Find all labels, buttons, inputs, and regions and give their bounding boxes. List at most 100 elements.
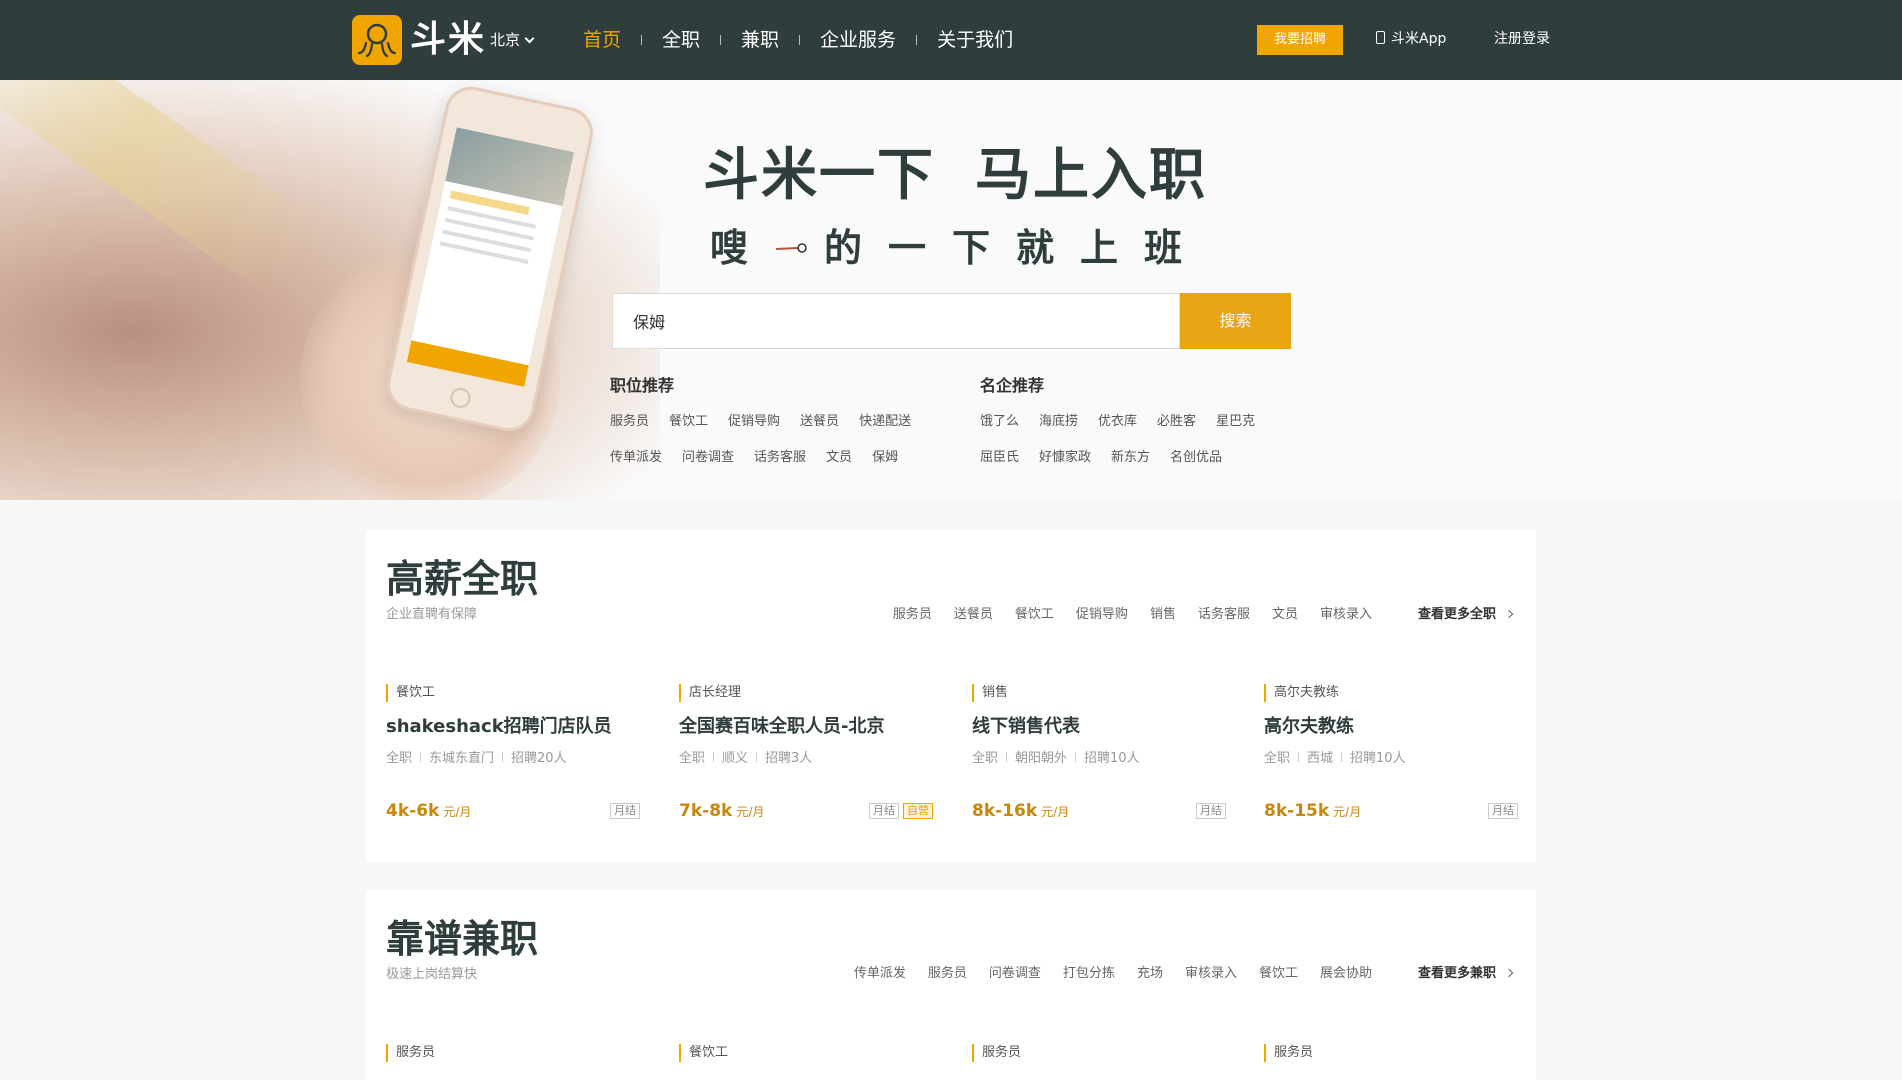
job-title[interactable]: shakeshack招聘门店队员 — [386, 714, 612, 740]
job-card[interactable]: 高尔夫教练 高尔夫教练 全职 西城 招聘10人 8k-15k 元/月 月结 — [1264, 684, 1518, 834]
job-salary: 8k-16k 元/月 — [972, 801, 1070, 821]
fulltime-section: 高薪全职 企业直聘有保障 服务员 送餐员 餐饮工 促销导购 销售 话务客服 文员… — [366, 530, 1536, 862]
parttime-subtitle: 极速上岗结算快 — [386, 967, 478, 982]
hero-slogan-sub: 嗖的一下就上班 — [710, 226, 1209, 270]
company-tag[interactable]: 名创优品 — [1170, 449, 1222, 467]
parttime-title: 靠谱兼职 — [386, 917, 539, 961]
nav-parttime[interactable]: 兼职 — [741, 26, 779, 54]
nav-divider — [916, 35, 918, 45]
category-tag[interactable]: 促销导购 — [1076, 606, 1128, 624]
job-tag[interactable]: 问卷调查 — [682, 449, 734, 467]
more-fulltime-label: 查看更多全职 — [1417, 607, 1496, 622]
nav-divider — [641, 35, 643, 45]
app-download-link[interactable]: 斗米App — [1376, 29, 1446, 49]
job-tag[interactable]: 快递配送 — [859, 413, 911, 431]
company-tag[interactable]: 好慷家政 — [1039, 449, 1091, 467]
job-tag[interactable]: 传单派发 — [610, 449, 662, 467]
hero-slogan-main: 斗米一下 马上入职 — [703, 143, 1207, 208]
job-card[interactable]: 服务员 — [1264, 1044, 1518, 1074]
category-tag[interactable]: 文员 — [1272, 606, 1298, 624]
login-link[interactable]: 注册登录 — [1494, 29, 1550, 49]
fulltime-title: 高薪全职 — [386, 557, 539, 601]
job-card[interactable]: 销售 线下销售代表 全职 朝阳朝外 招聘10人 8k-16k 元/月 月结 — [972, 684, 1226, 834]
job-category: 高尔夫教练 — [1264, 684, 1339, 702]
category-tag[interactable]: 送餐员 — [954, 606, 993, 624]
monthly-pay-badge: 月结 — [1196, 803, 1226, 819]
job-tag[interactable]: 餐饮工 — [669, 413, 708, 431]
phone-home-button — [448, 386, 473, 410]
category-tag[interactable]: 餐饮工 — [1015, 606, 1054, 624]
job-title[interactable]: 线下销售代表 — [972, 714, 1080, 740]
top-nav-bar: 斗米 北京 首页 全职 兼职 企业服务 关于我们 我要招聘 斗米App 注册登录 — [0, 0, 1902, 80]
job-tag[interactable]: 送餐员 — [800, 413, 839, 431]
job-salary: 7k-8k 元/月 — [679, 801, 765, 821]
job-tag[interactable]: 服务员 — [610, 413, 649, 431]
search-input[interactable] — [613, 294, 1179, 348]
category-tag[interactable]: 审核录入 — [1185, 965, 1237, 983]
job-title[interactable]: 高尔夫教练 — [1264, 714, 1354, 740]
category-tag[interactable]: 充场 — [1137, 965, 1163, 983]
more-fulltime-link[interactable]: 查看更多全职 — [1417, 606, 1514, 624]
category-tag[interactable]: 餐饮工 — [1259, 965, 1298, 983]
job-title[interactable]: 全国赛百味全职人员-北京 — [679, 714, 884, 740]
fulltime-tags: 服务员 送餐员 餐饮工 促销导购 销售 话务客服 文员 审核录入 — [871, 606, 1372, 624]
company-tag[interactable]: 必胜客 — [1157, 413, 1196, 431]
job-card[interactable]: 餐饮工 — [679, 1044, 933, 1074]
nav-fulltime[interactable]: 全职 — [662, 26, 700, 54]
brand-name[interactable]: 斗米 — [410, 19, 486, 61]
job-card[interactable]: 服务员 — [386, 1044, 640, 1074]
phone-icon — [1376, 31, 1385, 44]
job-salary: 8k-15k 元/月 — [1264, 801, 1362, 821]
company-tag[interactable]: 星巴克 — [1216, 413, 1255, 431]
job-category: 餐饮工 — [386, 684, 435, 702]
nav-enterprise[interactable]: 企业服务 — [820, 26, 896, 54]
nav-about[interactable]: 关于我们 — [937, 26, 1013, 54]
job-recommend-title: 职位推荐 — [610, 376, 675, 395]
parttime-section: 靠谱兼职 极速上岗结算快 传单派发 服务员 问卷调查 打包分拣 充场 审核录入 … — [366, 890, 1536, 1080]
job-category: 服务员 — [386, 1044, 435, 1062]
category-tag[interactable]: 打包分拣 — [1063, 965, 1115, 983]
fulltime-subtitle: 企业直聘有保障 — [386, 607, 478, 622]
company-tag[interactable]: 优衣库 — [1098, 413, 1137, 431]
category-tag[interactable]: 审核录入 — [1320, 606, 1372, 624]
company-tag[interactable]: 饿了么 — [980, 413, 1019, 431]
chevron-right-icon — [1504, 609, 1514, 619]
more-parttime-link[interactable]: 查看更多兼职 — [1418, 965, 1514, 983]
job-category: 服务员 — [972, 1044, 1021, 1062]
app-link-label: 斗米App — [1391, 31, 1447, 47]
job-category: 销售 — [972, 684, 1008, 702]
job-tag[interactable]: 文员 — [826, 449, 852, 467]
job-meta: 全职 西城 招聘10人 — [1264, 751, 1406, 766]
parttime-tags: 传单派发 服务员 问卷调查 打包分拣 充场 审核录入 餐饮工 展会协助 — [832, 965, 1372, 983]
company-tag[interactable]: 屈臣氏 — [980, 449, 1019, 467]
job-tag[interactable]: 促销导购 — [728, 413, 780, 431]
company-recommend-row-2: 屈臣氏 好慷家政 新东方 名创优品 — [980, 449, 1242, 467]
search-button[interactable]: 搜索 — [1180, 293, 1291, 349]
category-tag[interactable]: 话务客服 — [1198, 606, 1250, 624]
chevron-right-icon — [1504, 968, 1514, 978]
category-tag[interactable]: 传单派发 — [854, 965, 906, 983]
company-recommend-title: 名企推荐 — [980, 376, 1045, 395]
job-card[interactable]: 餐饮工 shakeshack招聘门店队员 全职 东城东直门 招聘20人 4k-6k 元… — [386, 684, 640, 834]
company-tag[interactable]: 新东方 — [1111, 449, 1150, 467]
monthly-pay-badge: 月结 — [1488, 803, 1518, 819]
job-recommend-row-1: 服务员 餐饮工 促销导购 送餐员 快递配送 — [610, 413, 931, 431]
city-label: 北京 — [490, 31, 521, 49]
category-tag[interactable]: 展会协助 — [1320, 965, 1372, 983]
self-operated-badge: 自营 — [903, 803, 933, 819]
job-card[interactable]: 店长经理 全国赛百味全职人员-北京 全职 顺义 招聘3人 7k-8k 元/月 月结 自… — [679, 684, 933, 834]
category-tag[interactable]: 问卷调查 — [989, 965, 1041, 983]
job-card[interactable]: 服务员 — [972, 1044, 1226, 1074]
octopus-logo-icon[interactable] — [352, 15, 402, 65]
recruit-button[interactable]: 我要招聘 — [1257, 25, 1343, 55]
company-tag[interactable]: 海底捞 — [1039, 413, 1078, 431]
job-tag[interactable]: 话务客服 — [754, 449, 806, 467]
nav-home[interactable]: 首页 — [583, 26, 621, 54]
category-tag[interactable]: 服务员 — [893, 606, 932, 624]
city-selector[interactable]: 北京 — [490, 31, 535, 49]
job-category: 服务员 — [1264, 1044, 1313, 1062]
category-tag[interactable]: 服务员 — [928, 965, 967, 983]
category-tag[interactable]: 销售 — [1150, 606, 1176, 624]
search-box — [612, 293, 1180, 349]
job-tag[interactable]: 保姆 — [872, 449, 898, 467]
